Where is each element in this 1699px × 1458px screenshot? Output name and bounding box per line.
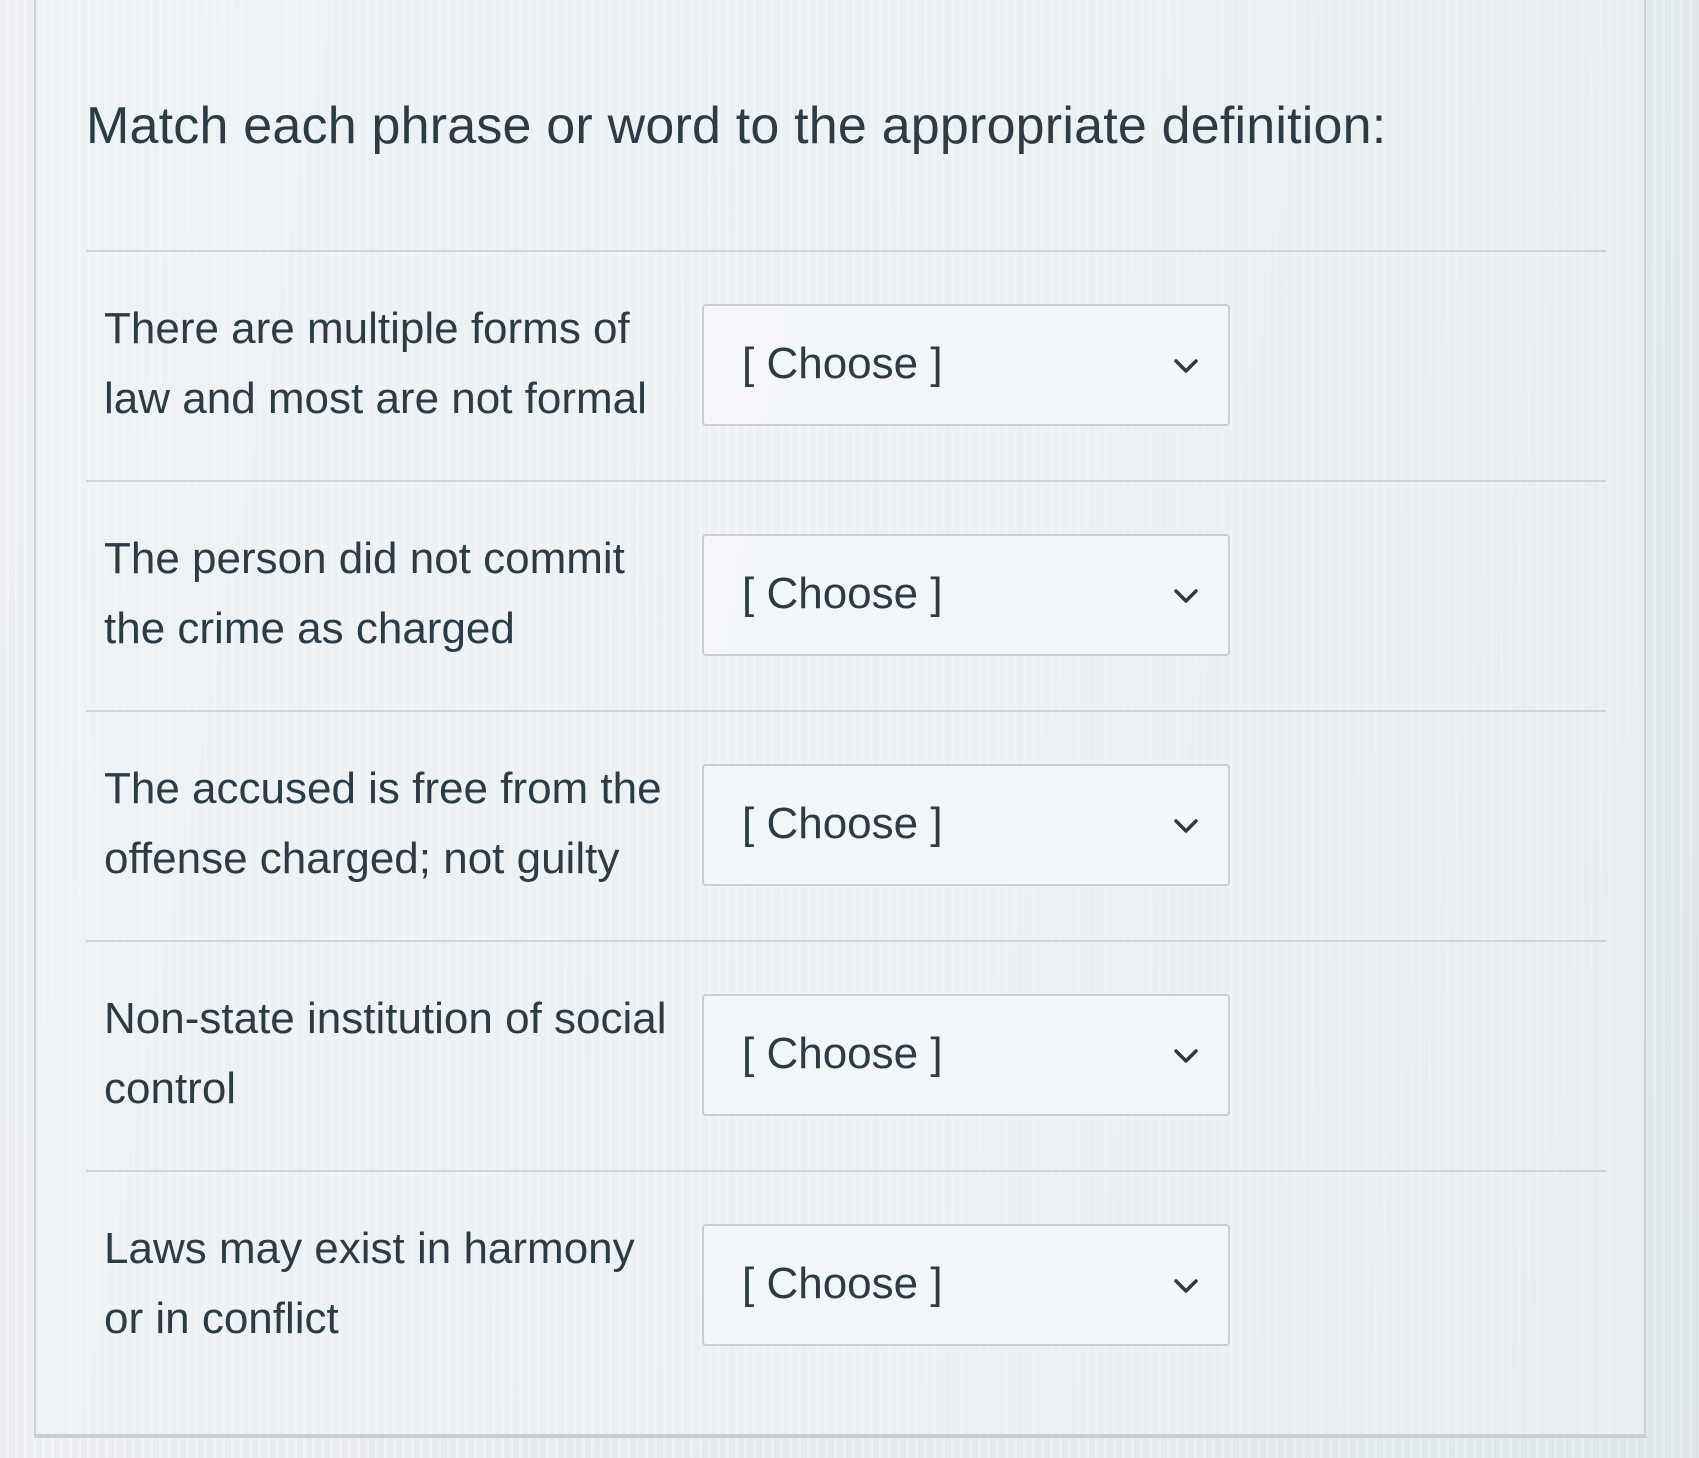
answer-list: There are multiple forms of law and most… xyxy=(86,250,1606,1410)
answer-row: Non-state institution of social control … xyxy=(86,940,1606,1170)
answer-prompt: The accused is free from the offense cha… xyxy=(104,764,662,883)
answer-select[interactable]: [ Choose ] xyxy=(702,994,1230,1116)
answer-select[interactable]: [ Choose ] xyxy=(702,1224,1230,1346)
card-bottom-border xyxy=(34,1436,1647,1438)
chevron-down-icon xyxy=(1174,589,1198,603)
chevron-down-icon xyxy=(1174,1049,1198,1063)
answer-row: There are multiple forms of law and most… xyxy=(86,250,1606,480)
question-text: Match each phrase or word to the appropr… xyxy=(86,97,1387,155)
answer-select[interactable]: [ Choose ] xyxy=(702,304,1230,426)
select-value: [ Choose ] xyxy=(742,1029,943,1078)
select-value: [ Choose ] xyxy=(742,799,943,848)
select-value: [ Choose ] xyxy=(742,1259,943,1308)
select-value: [ Choose ] xyxy=(742,339,943,388)
answer-prompt: Laws may exist in harmony or in conflict xyxy=(104,1224,635,1343)
chevron-down-icon xyxy=(1174,819,1198,833)
answer-row: Laws may exist in harmony or in conflict… xyxy=(86,1170,1606,1410)
answer-prompt: The person did not commit the crime as c… xyxy=(104,534,625,653)
answer-row: The person did not commit the crime as c… xyxy=(86,480,1606,710)
answer-prompt: There are multiple forms of law and most… xyxy=(104,304,647,423)
answer-select[interactable]: [ Choose ] xyxy=(702,764,1230,886)
chevron-down-icon xyxy=(1174,1279,1198,1293)
answer-row: The accused is free from the offense cha… xyxy=(86,710,1606,940)
answer-select[interactable]: [ Choose ] xyxy=(702,534,1230,656)
chevron-down-icon xyxy=(1174,359,1198,373)
answer-prompt: Non-state institution of social control xyxy=(104,994,667,1113)
select-value: [ Choose ] xyxy=(742,569,943,618)
